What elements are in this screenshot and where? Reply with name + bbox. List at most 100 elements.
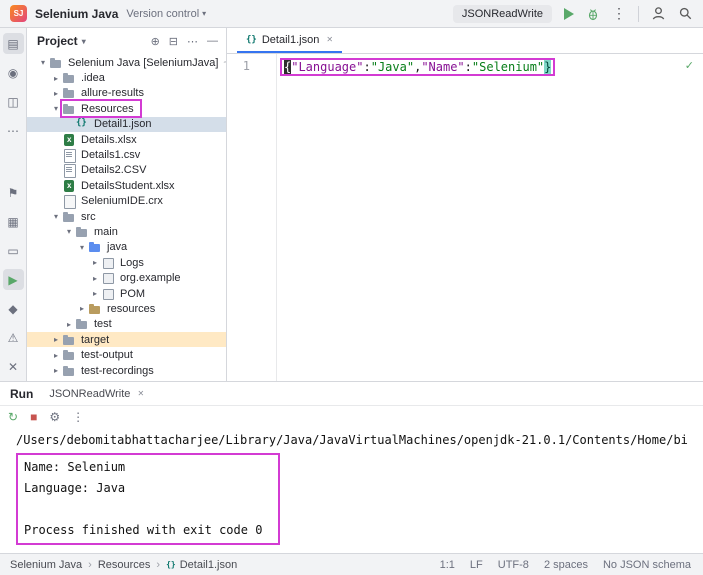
json-schema-indicator[interactable]: No JSON schema (603, 559, 691, 571)
search-button[interactable] (678, 6, 693, 21)
tree-item-label: allure-results (81, 87, 144, 100)
tree-row[interactable]: ▸ test-output (27, 347, 226, 362)
chevron-right-icon[interactable]: ▸ (89, 274, 101, 283)
editor-tab[interactable]: {} Detail1.json ✕ (237, 28, 343, 53)
hide-icon[interactable]: — (207, 35, 218, 48)
run-icon[interactable]: ▶ (2, 269, 24, 290)
tree-row[interactable]: SeleniumIDE.crx (27, 194, 226, 210)
close-icon[interactable]: ✕ (326, 35, 333, 44)
tree-row[interactable]: ▸ Logs (27, 255, 226, 270)
folder-icon (62, 334, 77, 346)
run-tab[interactable]: JSONReadWrite ✕ (45, 382, 148, 406)
project-icon[interactable]: ▤ (2, 33, 24, 54)
trash-icon[interactable]: ✕ (3, 356, 24, 377)
folder-res-icon (88, 303, 103, 315)
tree-row[interactable]: Details1.csv (27, 147, 226, 164)
code-token: : (464, 60, 472, 74)
chevron-right-icon[interactable]: ▸ (89, 289, 101, 298)
problems-icon[interactable]: ⚠ (3, 327, 24, 348)
tree-item: java (88, 240, 127, 255)
structure-icon[interactable]: ◫ (3, 91, 24, 112)
chevron-right-icon[interactable]: ▸ (50, 366, 62, 375)
chevron-right-icon[interactable]: ▸ (50, 74, 62, 83)
tree-row[interactable]: ▸ test (27, 317, 226, 332)
chevron-down-icon[interactable]: ▾ (37, 58, 49, 67)
breadcrumb-label: Resources (97, 558, 151, 571)
bookmarks-icon[interactable]: ⚑ (3, 182, 24, 203)
settings-icon[interactable]: ⚙ (49, 410, 60, 424)
terminal-icon[interactable]: ▭ (3, 240, 24, 261)
chevron-right-icon[interactable]: ▸ (50, 351, 62, 360)
debug-button[interactable] (586, 7, 600, 21)
stop-icon[interactable]: ■ (30, 410, 37, 424)
tree-row[interactable]: ▸ POM (27, 286, 226, 301)
code-area[interactable]: {"Language":"Java","Name":"Selenium"} (277, 54, 703, 381)
tree-row[interactable]: Detail1.json (27, 116, 226, 132)
project-view-dropdown[interactable]: Project ▾ (37, 34, 86, 48)
chevron-down-icon[interactable]: ▾ (50, 104, 62, 113)
debug-icon[interactable]: ◆ (3, 298, 24, 319)
more-vertical-icon[interactable]: ⋮ (72, 410, 84, 424)
tree-row[interactable]: Details2.CSV (27, 163, 226, 179)
tree-row[interactable]: DetailsStudent.xlsx (27, 178, 226, 193)
tree-item-label: org.example (120, 272, 181, 285)
project-avatar[interactable]: SJ (10, 5, 27, 22)
encoding-indicator[interactable]: UTF-8 (498, 559, 529, 571)
code-token: "Name" (421, 60, 465, 74)
file-icon (62, 195, 77, 210)
more-icon[interactable]: ⋯ (3, 120, 24, 141)
project-name[interactable]: Selenium Java (35, 7, 118, 21)
chevron-right-icon[interactable]: ▸ (50, 89, 62, 98)
caret-position[interactable]: 1:1 (440, 559, 455, 571)
chevron-right-icon[interactable]: ▸ (50, 335, 62, 344)
code-line[interactable]: {"Language":"Java","Name":"Selenium"} (284, 60, 552, 74)
folder-icon (62, 349, 77, 361)
tree-row[interactable]: ▸ allure-results (27, 86, 226, 101)
chevron-down-icon[interactable]: ▾ (76, 243, 88, 252)
run-config-selector[interactable]: JSONReadWrite (452, 4, 552, 23)
vcs-menu[interactable]: Version control ▾ (126, 8, 206, 20)
tree-item: allure-results (62, 86, 144, 101)
inspection-ok-icon[interactable]: ✓ (685, 59, 694, 72)
run-tool-window-title[interactable]: Run (10, 387, 33, 401)
collapse-all-icon[interactable]: ⊟ (169, 35, 178, 48)
packages-icon[interactable]: ▦ (3, 211, 24, 232)
breadcrumb-item[interactable]: {} Detail1.json (166, 559, 237, 571)
chevron-down-icon[interactable]: ▾ (63, 227, 75, 236)
tree-row[interactable]: ▸ test-recordings (27, 363, 226, 378)
indent-indicator[interactable]: 2 spaces (544, 559, 588, 571)
tree-row[interactable]: ▾ Selenium Java [SeleniumJava] ~/IdeaProj.… (27, 55, 226, 70)
user-icon (652, 7, 665, 20)
tree-row[interactable]: ▾ Resources (27, 99, 226, 119)
console[interactable]: /Users/debomitabhattacharjee/Library/Jav… (0, 428, 703, 553)
tree-row[interactable]: ▸ org.example (27, 270, 226, 285)
tree-row[interactable]: ▸ target (27, 332, 226, 348)
editor-body[interactable]: 1 {"Language":"Java","Name":"Selenium"} … (227, 54, 703, 381)
locate-icon[interactable]: ⊕ (151, 35, 160, 48)
run-button[interactable] (564, 7, 574, 20)
chevron-right-icon[interactable]: ▸ (76, 304, 88, 313)
code-token: "Language" (291, 60, 364, 74)
more-options-icon[interactable]: ⋮ (612, 5, 626, 22)
line-separator-indicator[interactable]: LF (470, 559, 483, 571)
json-icon: {} (166, 560, 176, 569)
breadcrumb-item[interactable]: Selenium Java (10, 559, 82, 571)
breadcrumb-label: Detail1.json (179, 558, 238, 571)
tree-row[interactable]: ▾ java (27, 240, 226, 255)
profile-button[interactable] (651, 6, 666, 21)
tree-row[interactable]: ▾ main (27, 224, 226, 239)
chevron-down-icon[interactable]: ▾ (50, 212, 62, 221)
tree-row[interactable]: ▾ src (27, 209, 226, 224)
breadcrumb-item[interactable]: Resources (98, 559, 151, 571)
close-icon[interactable]: ✕ (137, 389, 144, 398)
more-horizontal-icon[interactable]: ⋯ (187, 35, 198, 48)
tree-row[interactable]: Details.xlsx (27, 132, 226, 147)
play-icon (564, 7, 574, 20)
chevron-right-icon[interactable]: ▸ (89, 258, 101, 267)
tree-row[interactable]: ▸ .idea (27, 70, 226, 85)
chevron-right-icon[interactable]: ▸ (63, 320, 75, 329)
commit-icon[interactable]: ◉ (3, 62, 24, 83)
tree-row[interactable]: ▸ resources (27, 301, 226, 316)
rerun-icon[interactable]: ↻ (8, 410, 18, 424)
json-icon: {} (246, 34, 257, 45)
